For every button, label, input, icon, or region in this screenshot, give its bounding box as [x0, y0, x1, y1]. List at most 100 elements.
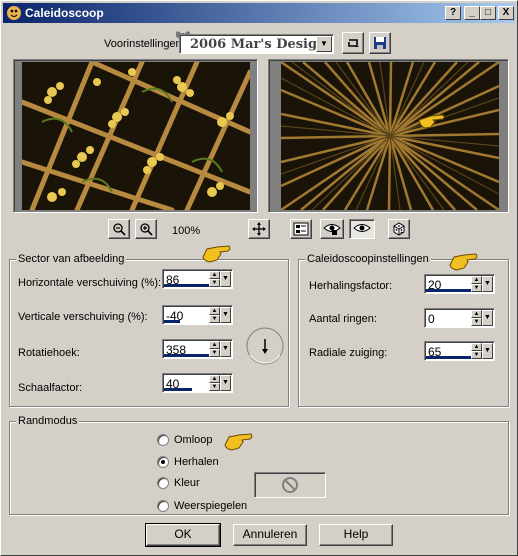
- spin-down-icon[interactable]: ▼: [209, 279, 220, 287]
- kaleidoscope-group-title: Caleidoscoopinstellingen: [305, 253, 431, 265]
- chevron-down-icon[interactable]: ▼: [482, 310, 493, 326]
- auto-proof-toggle[interactable]: [349, 219, 375, 239]
- help-button[interactable]: Help: [319, 524, 393, 546]
- vertical-offset-input[interactable]: -40 ▲ ▼ ▼: [162, 305, 233, 325]
- spin-up-icon[interactable]: ▲: [209, 271, 220, 279]
- proof-eye-icon: [323, 224, 341, 235]
- spin-down-icon[interactable]: ▼: [209, 315, 220, 323]
- spin-up-icon[interactable]: ▲: [471, 276, 482, 284]
- zoom-out-button[interactable]: [108, 219, 130, 239]
- scale-factor-input[interactable]: 40 ▲ ▼ ▼: [162, 373, 233, 393]
- edge-color-swatch: [254, 472, 326, 498]
- vertical-offset-label: Verticale verschuiving (%):: [18, 311, 148, 323]
- result-preview-frame: [268, 59, 509, 213]
- scale-factor-stepper[interactable]: ▲ ▼ ▼: [209, 375, 231, 391]
- save-preset-button[interactable]: [369, 32, 391, 54]
- spin-down-icon[interactable]: ▼: [471, 284, 482, 292]
- zoom-in-button[interactable]: [135, 219, 157, 239]
- spin-down-icon[interactable]: ▼: [471, 318, 482, 326]
- no-symbol-icon: [282, 477, 298, 493]
- zoom-out-icon: [113, 223, 126, 236]
- rotation-angle-stepper[interactable]: ▲ ▼ ▼: [209, 341, 231, 357]
- ring-count-input[interactable]: 0 ▲ ▼ ▼: [424, 308, 495, 328]
- radial-suction-bar: [426, 356, 472, 359]
- kaleidoscope-dialog: Caleidoscoop ? _ □ X Voorinstellingen: 2…: [0, 0, 518, 556]
- move-icon: [252, 222, 266, 236]
- paint-shop-icon: [7, 6, 21, 20]
- spin-up-icon[interactable]: ▲: [209, 375, 220, 383]
- edge-mode-group-title: Randmodus: [16, 415, 80, 427]
- show-preview-button[interactable]: [290, 219, 312, 239]
- pointing-hand-icon: [449, 253, 478, 271]
- repeat-factor-label: Herhalingsfactor:: [309, 280, 393, 292]
- spin-down-icon[interactable]: ▼: [209, 349, 220, 357]
- cancel-button[interactable]: Annuleren: [233, 524, 307, 546]
- rotation-dial[interactable]: [245, 325, 285, 367]
- rotation-angle-input[interactable]: 358 ▲ ▼ ▼: [162, 339, 233, 359]
- edge-wrap-label[interactable]: Omloop: [174, 434, 213, 446]
- chevron-down-icon[interactable]: ▼: [316, 36, 332, 52]
- window-title: Caleidoscoop: [25, 6, 104, 20]
- vertical-offset-bar: [164, 320, 180, 323]
- radial-suction-stepper[interactable]: ▲ ▼ ▼: [471, 343, 493, 359]
- edge-repeat-radio[interactable]: [157, 456, 169, 468]
- pointing-hand-icon: [418, 114, 445, 129]
- spin-up-icon[interactable]: ▲: [209, 341, 220, 349]
- dice-icon: [393, 222, 405, 236]
- presets-dropdown[interactable]: 2006 Mar's Design ▼: [179, 34, 334, 54]
- spin-down-icon[interactable]: ▼: [209, 383, 220, 391]
- horizontal-offset-label: Horizontale verschuiving (%):: [18, 277, 162, 289]
- chevron-down-icon[interactable]: ▼: [220, 341, 231, 357]
- edge-wrap-radio[interactable]: [157, 434, 169, 446]
- radial-suction-input[interactable]: 65 ▲ ▼ ▼: [424, 341, 495, 361]
- repeat-factor-bar: [426, 289, 472, 292]
- edge-color-radio[interactable]: [157, 477, 169, 489]
- auto-proof-eye-icon: [353, 224, 371, 232]
- horizontal-offset-stepper[interactable]: ▲ ▼ ▼: [209, 271, 231, 287]
- randomize-button[interactable]: [388, 219, 410, 239]
- edge-reflect-radio[interactable]: [157, 500, 169, 512]
- zoom-in-icon: [140, 223, 153, 236]
- save-disk-icon: [374, 37, 386, 49]
- ring-count-stepper[interactable]: ▲ ▼ ▼: [471, 310, 493, 326]
- edge-color-label[interactable]: Kleur: [174, 477, 200, 489]
- help-title-button[interactable]: ?: [445, 6, 461, 20]
- vertical-offset-stepper[interactable]: ▲ ▼ ▼: [209, 307, 231, 323]
- spin-up-icon[interactable]: ▲: [209, 307, 220, 315]
- repeat-factor-stepper[interactable]: ▲ ▼ ▼: [471, 276, 493, 292]
- horizontal-offset-input[interactable]: 86 ▲ ▼ ▼: [162, 269, 233, 289]
- proof-button[interactable]: [320, 219, 344, 239]
- source-preview-image[interactable]: [22, 62, 250, 210]
- repeat-factor-input[interactable]: 20 ▲ ▼ ▼: [424, 274, 495, 294]
- spin-down-icon[interactable]: ▼: [471, 351, 482, 359]
- chevron-down-icon[interactable]: ▼: [220, 271, 231, 287]
- rotation-angle-bar: [164, 354, 210, 357]
- spin-up-icon[interactable]: ▲: [471, 343, 482, 351]
- pointing-hand-icon: [202, 245, 231, 263]
- rotation-angle-label: Rotatiehoek:: [18, 347, 80, 359]
- ok-button[interactable]: OK: [145, 523, 221, 547]
- result-preview-image[interactable]: [281, 62, 499, 210]
- edge-repeat-label[interactable]: Herhalen: [174, 456, 219, 468]
- preview-toggle-icon: [293, 222, 309, 236]
- ring-count-label: Aantal ringen:: [309, 313, 377, 325]
- minimize-button[interactable]: _: [464, 6, 480, 20]
- edge-reflect-label[interactable]: Weerspiegelen: [174, 500, 247, 512]
- pan-button[interactable]: [248, 219, 270, 239]
- maximize-button[interactable]: □: [480, 6, 496, 20]
- chevron-down-icon[interactable]: ▼: [220, 307, 231, 323]
- chevron-down-icon[interactable]: ▼: [220, 375, 231, 391]
- zoom-level: 100%: [172, 225, 201, 237]
- reset-arrow-icon: [348, 39, 359, 47]
- horizontal-offset-bar: [164, 284, 212, 287]
- sector-group-title: Sector van afbeelding: [16, 253, 127, 265]
- spin-up-icon[interactable]: ▲: [471, 310, 482, 318]
- close-button[interactable]: X: [498, 6, 514, 20]
- chevron-down-icon[interactable]: ▼: [482, 343, 493, 359]
- pointing-hand-icon: [224, 433, 253, 451]
- scale-factor-label: Schaalfactor:: [18, 382, 83, 394]
- title-bar[interactable]: Caleidoscoop ? _ □ X: [3, 3, 515, 23]
- chevron-down-icon[interactable]: ▼: [482, 276, 493, 292]
- reset-button[interactable]: [342, 32, 364, 54]
- radial-suction-label: Radiale zuiging:: [309, 347, 388, 359]
